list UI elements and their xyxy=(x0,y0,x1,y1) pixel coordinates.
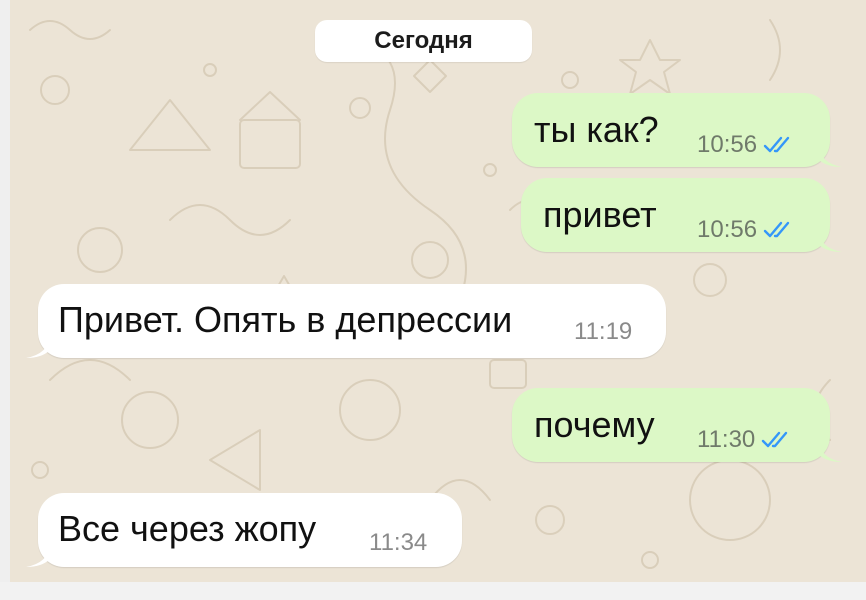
bubble-tail xyxy=(818,230,842,252)
message-text: почему xyxy=(534,404,655,445)
outgoing-message[interactable]: ты как? 10:56 xyxy=(512,93,842,167)
message-time: 10:56 xyxy=(697,216,758,243)
date-separator: Сегодня xyxy=(315,20,532,62)
date-label: Сегодня xyxy=(374,27,473,54)
double-check-icon xyxy=(763,136,790,153)
bubble-tail xyxy=(26,336,50,358)
message-text: ты как? xyxy=(534,109,659,150)
message-text: Привет. Опять в депрессии xyxy=(58,299,513,340)
message-time: 10:56 xyxy=(697,131,758,158)
message-meta: 10:56 xyxy=(697,216,795,244)
message-meta: 11:34 xyxy=(369,529,427,557)
outgoing-message[interactable]: привет 10:56 xyxy=(521,178,842,252)
incoming-message[interactable]: Все через жопу 11:34 xyxy=(26,493,462,567)
bubble-tail xyxy=(818,145,842,167)
message-time: 11:19 xyxy=(574,318,633,345)
double-check-icon xyxy=(762,431,788,448)
bubble-tail xyxy=(818,440,842,462)
message-meta: 11:30 xyxy=(697,426,793,454)
message-text: Все через жопу xyxy=(58,508,317,549)
message-time: 11:30 xyxy=(697,426,756,453)
message-meta: 11:19 xyxy=(574,318,632,346)
message-meta: 10:56 xyxy=(697,131,795,159)
bubble-tail xyxy=(26,545,50,567)
message-time: 11:34 xyxy=(369,529,428,556)
outgoing-message[interactable]: почему 11:30 xyxy=(512,388,842,462)
double-check-icon xyxy=(763,221,790,238)
message-text: привет xyxy=(543,194,657,235)
incoming-message[interactable]: Привет. Опять в депрессии 11:19 xyxy=(26,284,666,358)
bottom-strip xyxy=(0,582,866,600)
